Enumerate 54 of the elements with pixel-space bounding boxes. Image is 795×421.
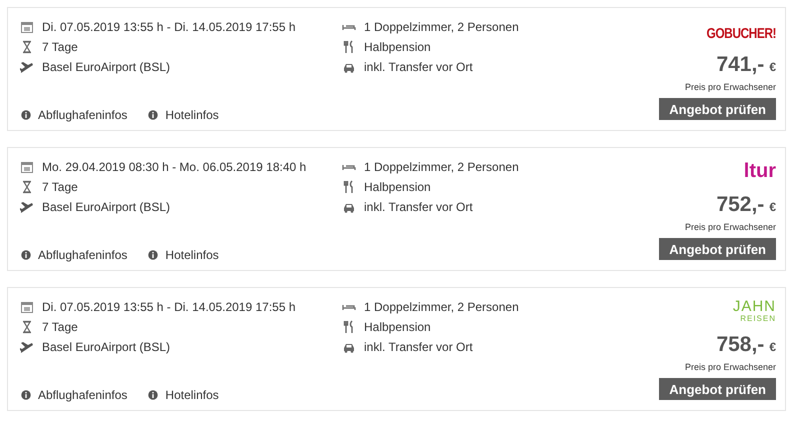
price-note: Preis pro Erwachsener — [684, 222, 776, 233]
info-icon — [20, 389, 32, 401]
airplane-icon — [20, 60, 34, 74]
calendar-icon — [20, 160, 34, 174]
travel-dates: Mo. 29.04.2019 08:30 h - Mo. 06.05.2019 18:40 h — [42, 160, 306, 174]
duration: 7 Tage — [42, 40, 78, 54]
duration: 7 Tage — [42, 180, 78, 194]
room-info: 1 Doppelzimmer, 2 Personen — [364, 160, 519, 174]
room-info: 1 Doppelzimmer, 2 Personen — [364, 300, 519, 314]
calendar-icon — [20, 20, 34, 34]
info-link[interactable]: Abflughafeninfos — [38, 248, 128, 262]
currency: € — [769, 339, 776, 356]
provider-logo: ltur — [744, 160, 776, 184]
info-icon — [147, 109, 160, 121]
airplane-icon — [20, 340, 34, 354]
departure-airport: Basel EuroAirport (BSL) — [42, 60, 170, 74]
provider-logo: JAHN REISEN — [732, 300, 776, 325]
price: 752,- — [716, 194, 764, 216]
duration: 7 Tage — [42, 320, 78, 334]
board-info: Halbpension — [364, 40, 431, 54]
board-info: Halbpension — [364, 180, 431, 194]
info-link[interactable]: Hotelinfos — [165, 108, 219, 122]
info-link[interactable]: Hotelinfos — [165, 388, 219, 402]
room-info: 1 Doppelzimmer, 2 Personen — [364, 20, 519, 34]
price-note: Preis pro Erwachsener — [684, 362, 776, 373]
price-note: Preis pro Erwachsener — [684, 82, 776, 93]
board-info: Halbpension — [364, 320, 431, 334]
info-icon — [147, 389, 160, 401]
currency: € — [769, 199, 776, 216]
travel-dates: Di. 07.05.2019 13:55 h - Di. 14.05.2019 17:55 h — [42, 20, 296, 34]
info-icon — [20, 109, 32, 121]
check-offer-button[interactable]: Angebot prüfen — [659, 238, 776, 260]
departure-airport: Basel EuroAirport (BSL) — [42, 200, 170, 214]
info-link[interactable]: Abflughafeninfos — [38, 388, 128, 402]
airplane-icon — [20, 200, 34, 214]
calendar-icon — [20, 300, 34, 314]
currency: € — [769, 59, 776, 76]
info-link[interactable]: Hotelinfos — [165, 248, 219, 262]
transfer-info: inkl. Transfer vor Ort — [364, 200, 473, 214]
info-link[interactable]: Abflughafeninfos — [38, 108, 128, 122]
check-offer-button[interactable]: Angebot prüfen — [659, 98, 776, 120]
hourglass-icon — [20, 320, 34, 334]
info-icon — [20, 249, 32, 261]
price: 741,- — [716, 54, 764, 76]
departure-airport: Basel EuroAirport (BSL) — [42, 340, 170, 354]
hourglass-icon — [20, 180, 34, 194]
transfer-info: inkl. Transfer vor Ort — [364, 340, 473, 354]
travel-dates: Di. 07.05.2019 13:55 h - Di. 14.05.2019 17:55 h — [42, 300, 296, 314]
info-icon — [147, 249, 160, 261]
check-offer-button[interactable]: Angebot prüfen — [659, 378, 776, 400]
transfer-info: inkl. Transfer vor Ort — [364, 60, 473, 74]
provider-logo: GOBUCHER! — [706, 24, 776, 44]
price: 758,- — [716, 334, 764, 356]
hourglass-icon — [20, 40, 34, 54]
